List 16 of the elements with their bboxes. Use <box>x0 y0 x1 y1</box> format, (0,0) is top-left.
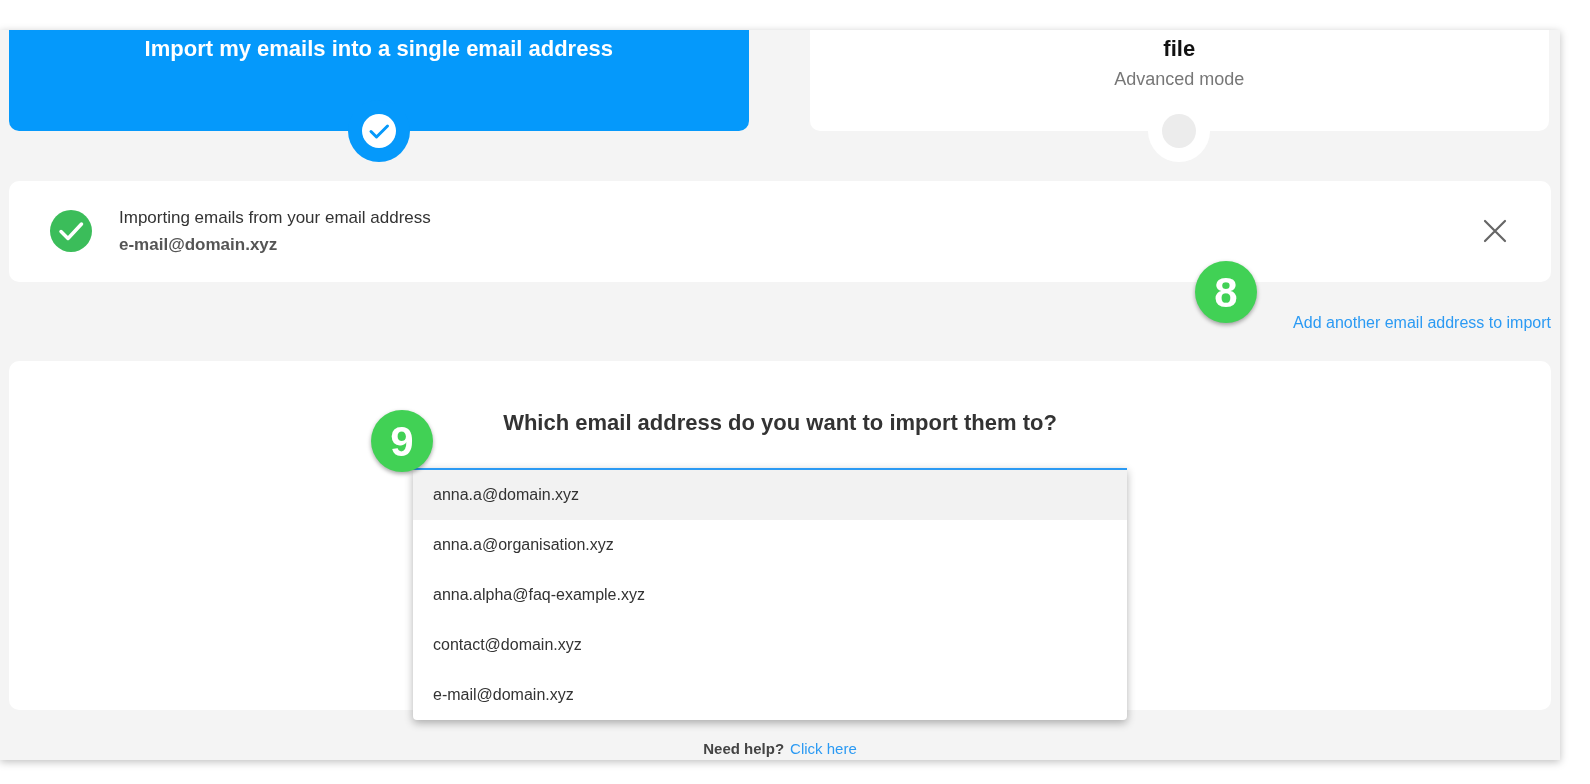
card-subtitle: Advanced mode <box>1114 68 1245 91</box>
card-title: file <box>1163 36 1196 62</box>
dropdown-option[interactable]: anna.alpha@faq-example.xyz <box>413 570 1127 620</box>
import-address: e-mail@domain.xyz <box>119 234 279 257</box>
help-text: Need help? <box>703 738 785 759</box>
dropdown-option[interactable]: anna.a@organisation.xyz <box>413 520 1127 570</box>
dropdown-option[interactable]: e-mail@domain.xyz <box>413 670 1127 720</box>
mode-card[interactable]: file Advanced mode <box>809 30 1549 131</box>
dropdown-option[interactable]: anna.a@domain.xyz <box>413 470 1127 520</box>
check-circle-icon <box>50 210 92 253</box>
dropdown-option[interactable]: contact@domain.xyz <box>413 620 1127 670</box>
destination-question: Which email address do you want to import them to? <box>503 408 1057 437</box>
import-label: Importing emails from your email address <box>119 206 432 229</box>
card-title: Import my emails into a single email address <box>144 36 613 62</box>
close-button[interactable] <box>1483 219 1507 244</box>
callout-badge: 8 <box>1195 261 1257 323</box>
